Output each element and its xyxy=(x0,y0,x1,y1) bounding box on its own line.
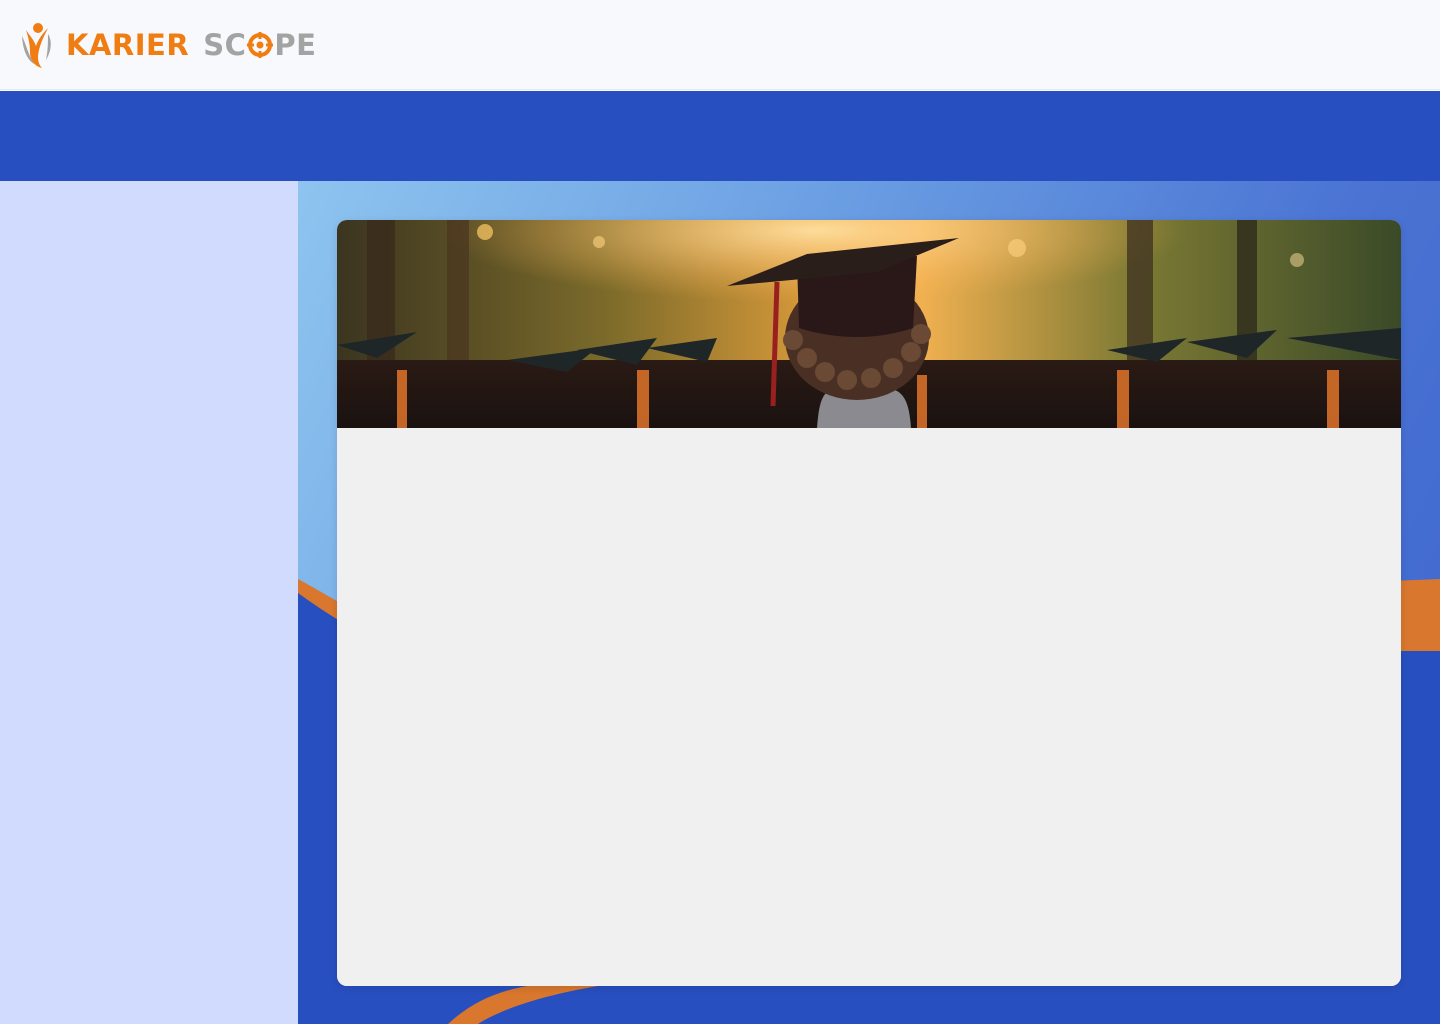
logo-text: KARIER SC PE xyxy=(66,28,316,62)
logo-word-scope-end: PE xyxy=(274,28,317,62)
navigation-band xyxy=(0,91,1440,181)
sidebar xyxy=(0,181,298,1024)
main-content-area xyxy=(298,181,1440,1024)
karier-scope-logo[interactable]: KARIER SC PE xyxy=(18,20,316,70)
hero-banner xyxy=(337,220,1401,428)
logo-word-scope: SC PE xyxy=(203,28,316,62)
card-body xyxy=(337,428,1401,986)
target-icon xyxy=(247,32,274,58)
graduation-photo xyxy=(337,220,1401,428)
logo-person-icon xyxy=(22,23,51,68)
logo-word-karier: KARIER xyxy=(66,28,190,62)
content-card xyxy=(337,220,1401,986)
logo-word-scope-start: SC xyxy=(203,28,247,62)
top-header: KARIER SC PE xyxy=(0,0,1440,90)
